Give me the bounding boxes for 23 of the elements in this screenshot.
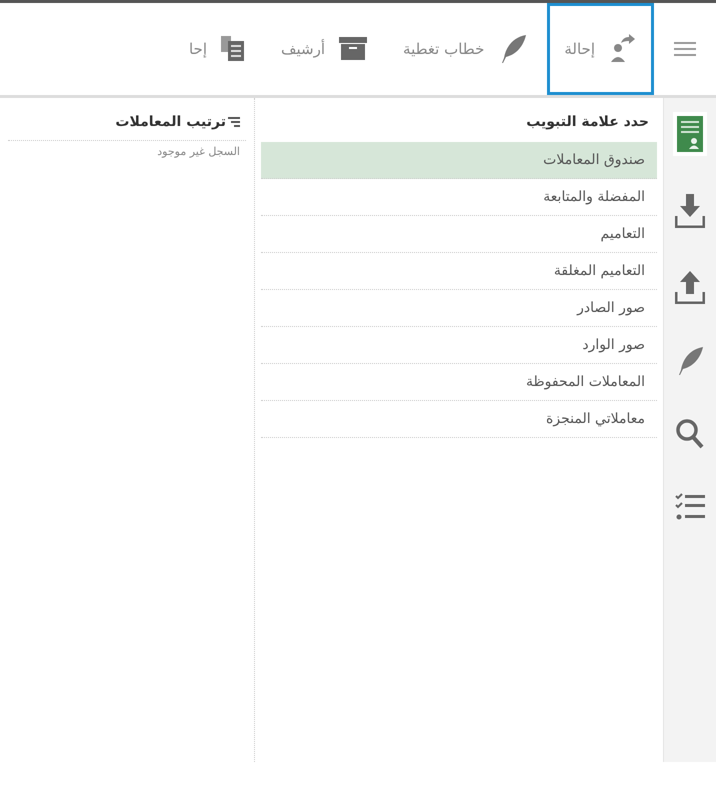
panel-title: ترتيب المعاملات	[115, 114, 226, 130]
search-icon	[675, 418, 705, 450]
checklist-icon	[675, 492, 705, 522]
documents-icon	[221, 36, 245, 62]
archive-box-icon	[339, 37, 368, 61]
tab-list-item[interactable]: التعاميم	[261, 216, 657, 253]
document-person-icon	[677, 116, 703, 152]
sidebar-button[interactable]	[673, 112, 707, 156]
tab-list-item[interactable]: صندوق المعاملات	[261, 142, 657, 179]
tab-list-item[interactable]: المعاملات المحفوظة	[261, 364, 657, 401]
tab-list-item[interactable]: صور الصادر	[261, 290, 657, 327]
person-arrow-icon	[609, 34, 635, 64]
download-tray-icon	[675, 194, 705, 228]
tab-list-item[interactable]: معاملاتي المنجزة	[261, 401, 657, 438]
tab-list-item[interactable]: صور الوارد	[261, 327, 657, 364]
tab-list-item[interactable]: التعاميم المغلقة	[261, 253, 657, 290]
tab-list-item[interactable]: المفضلة والمتابعة	[261, 179, 657, 216]
upload-tray-icon	[675, 270, 705, 304]
menu-icon	[674, 40, 696, 58]
empty-message: السجل غير موجود	[156, 144, 241, 160]
toolbar-button[interactable]: إحالة	[547, 3, 654, 95]
panel-title: حدد علامة التبويب	[525, 113, 650, 132]
sort-icon	[228, 116, 240, 128]
